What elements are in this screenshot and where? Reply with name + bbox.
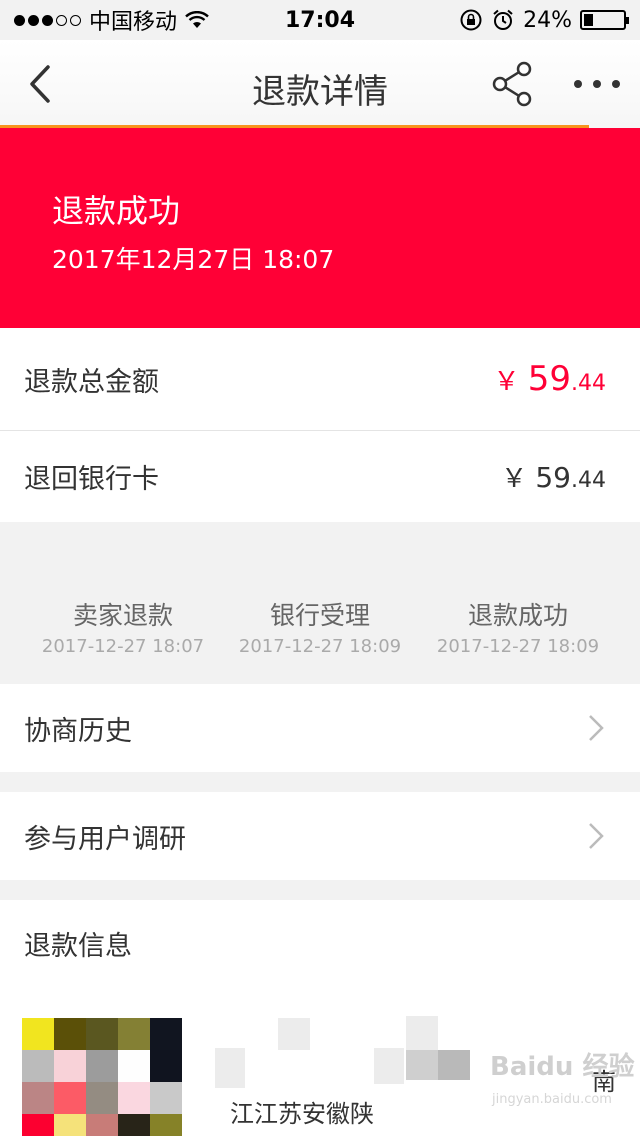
- timeline-step: 退款成功 2017-12-27 18:09: [418, 596, 618, 657]
- timeline-step-time: 2017-12-27 18:09: [238, 636, 402, 657]
- currency-symbol: ￥: [493, 367, 520, 397]
- watermark-url: jingyan.baidu.com: [492, 1092, 612, 1107]
- shipping-address: 江江苏安徽陕: [230, 1100, 374, 1128]
- amount-decimal: .44: [571, 371, 606, 396]
- negotiation-history-row[interactable]: 协商历史: [0, 684, 640, 772]
- alarm-icon: [493, 9, 513, 30]
- blurred-block: [374, 1048, 404, 1084]
- timeline-step: 卖家退款 2017-12-27 18:07: [23, 596, 223, 657]
- status-right: 24%: [459, 7, 629, 33]
- wifi-icon: [185, 11, 209, 28]
- refund-card-amount: ￥ 59.44: [501, 458, 606, 495]
- nav-bar: 退款详情: [0, 40, 640, 128]
- product-thumbnail: [22, 1018, 182, 1136]
- page-title: 退款详情: [252, 72, 388, 112]
- timeline-step-label: 退款成功: [467, 601, 568, 630]
- refund-total-label: 退款总金额: [24, 366, 159, 398]
- carrier-name: 中国移动: [89, 10, 178, 35]
- orientation-lock-icon: [460, 9, 482, 31]
- blurred-block: [278, 1018, 310, 1050]
- watermark-logo: Baidu 经验: [490, 1052, 635, 1082]
- refund-status-title: 退款成功: [52, 192, 181, 230]
- battery-percent: 24%: [523, 7, 572, 33]
- signal-icon: [14, 14, 81, 26]
- more-icon[interactable]: [574, 70, 620, 98]
- refund-total-amount: ￥ 59.44: [493, 359, 606, 399]
- refund-total-row: 退款总金额 ￥ 59.44: [0, 328, 640, 430]
- timeline-step-label: 卖家退款: [72, 601, 173, 630]
- battery-level: [584, 14, 594, 26]
- refund-card-row: 退回银行卡 ￥ 59.44: [0, 431, 640, 522]
- blurred-block: [438, 1050, 470, 1080]
- blurred-block: [215, 1048, 245, 1088]
- amount-integer: 59: [535, 461, 571, 494]
- refund-card-label: 退回银行卡: [24, 464, 159, 495]
- timeline-step-label: 银行受理: [269, 601, 370, 630]
- blurred-block: [406, 1050, 438, 1080]
- user-survey-row[interactable]: 参与用户调研: [0, 792, 640, 880]
- refund-status-date: 2017年12月27日 18:07: [52, 245, 335, 274]
- refund-info-title: 退款信息: [24, 930, 132, 962]
- refund-timeline: 卖家退款 2017-12-27 18:07 银行受理 2017-12-27 18…: [0, 522, 640, 683]
- refund-info-content: 江江苏安徽陕 南 Baidu 经验 jingyan.baidu.com: [0, 986, 640, 1136]
- amount-integer: 59: [527, 359, 571, 399]
- status-left: 中国移动: [14, 4, 209, 36]
- blurred-block: [406, 1016, 438, 1050]
- status-bar: 中国移动 17:04 24%: [0, 0, 640, 40]
- timeline-step: 银行受理 2017-12-27 18:09: [220, 596, 420, 657]
- user-survey-label: 参与用户调研: [24, 823, 186, 855]
- amount-decimal: .44: [571, 468, 606, 493]
- refund-status-banner: 退款成功 2017年12月27日 18:07: [0, 128, 640, 328]
- share-icon[interactable]: [488, 60, 536, 108]
- currency-symbol: ￥: [501, 464, 528, 494]
- chevron-right-icon: [589, 823, 604, 849]
- negotiation-history-label: 协商历史: [24, 715, 132, 747]
- refund-info-header: 退款信息: [0, 900, 640, 986]
- battery-icon: [580, 10, 629, 30]
- timeline-step-time: 2017-12-27 18:09: [436, 636, 600, 657]
- chevron-right-icon: [589, 715, 604, 741]
- timeline-step-time: 2017-12-27 18:07: [41, 636, 205, 657]
